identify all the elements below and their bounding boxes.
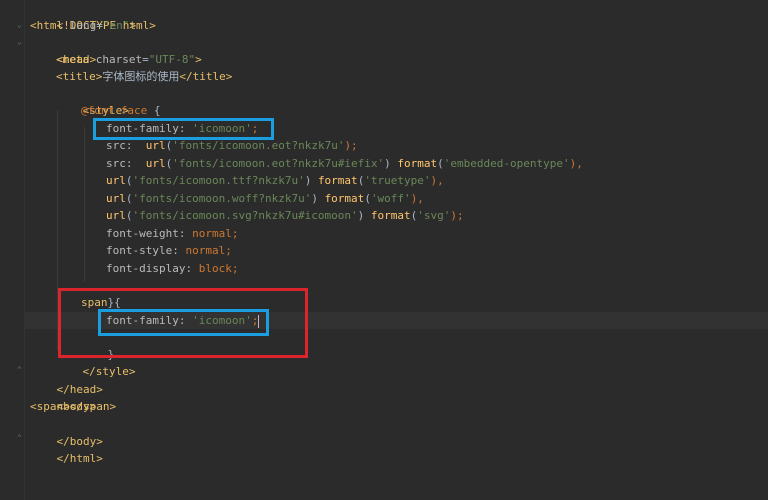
code-line-6[interactable]: <style> [56,85,129,117]
editor-gutter[interactable]: ⌄ ⌄ ⌃ ⌃ [0,0,25,500]
code-line-3[interactable]: <head> [30,34,97,66]
code-line-4[interactable]: <meta charset="UTF-8"> [56,51,202,68]
code-line-19[interactable]: font-family: 'icomoon'; [106,312,260,329]
code-line-14[interactable]: font-weight: normal; [106,225,238,242]
code-line-16[interactable]: font-display: block; [106,260,238,277]
code-line-20[interactable]: } [81,329,115,361]
code-line-2[interactable]: <html lang="en"> [30,17,136,34]
indent-guide [57,110,58,350]
fold-marker-icon[interactable]: ⌄ [17,38,23,46]
code-line-23[interactable]: <body> [30,381,97,413]
code-line-22[interactable]: </head> [30,364,103,396]
code-line-18[interactable]: span { [81,294,121,311]
indent-guide [84,127,85,282]
code-line-13[interactable]: url('fonts/icomoon.svg?nkzk7u#icomoon') … [106,207,464,224]
code-line-25[interactable]: </body> [30,416,103,448]
code-line-12[interactable]: url('fonts/icomoon.woff?nkzk7u') format(… [106,190,424,207]
code-line-24[interactable]: <span></span> [30,398,116,415]
code-editor[interactable]: ⌄ ⌄ ⌃ ⌃ <!DOCTYPE html> <html lang="en">… [0,0,768,500]
text-cursor [258,314,260,328]
fold-marker-icon[interactable]: ⌄ [17,21,23,29]
code-line-5[interactable]: <title>字体图标的使用</title> [56,68,232,85]
code-line-9[interactable]: src: url('fonts/icomoon.eot?nkzk7u'); [106,137,358,154]
fold-marker-icon[interactable]: ⌃ [17,366,23,374]
code-line-7[interactable]: @font-face { [81,102,160,119]
code-line-8[interactable]: font-family: 'icomoon'; [106,120,258,137]
code-line-26[interactable]: </html> [30,433,103,465]
code-line-21[interactable]: </style> [56,346,136,378]
code-line-15[interactable]: font-style: normal; [106,242,232,259]
fold-marker-icon[interactable]: ⌃ [17,434,23,442]
code-line-17[interactable]: } [81,277,115,309]
code-line-1[interactable]: <!DOCTYPE html> [30,0,156,32]
code-line-11[interactable]: url('fonts/icomoon.ttf?nkzk7u') format('… [106,172,444,189]
code-line-10[interactable]: src: url('fonts/icomoon.eot?nkzk7u#iefix… [106,155,583,172]
